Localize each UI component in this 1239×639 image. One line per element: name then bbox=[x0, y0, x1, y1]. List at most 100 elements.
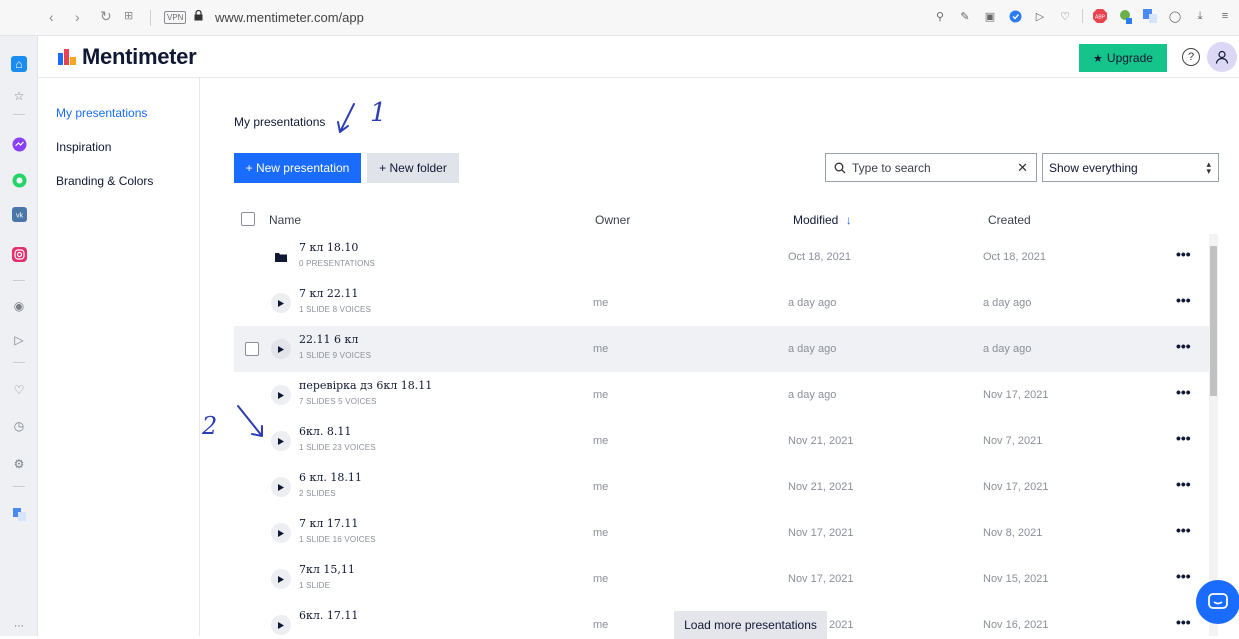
translate-icon[interactable] bbox=[1142, 8, 1158, 24]
row-title[interactable]: 22.11 6 кл bbox=[299, 333, 358, 346]
row-title[interactable]: 7 кл 17.11 bbox=[299, 517, 358, 530]
new-presentation-button[interactable]: + New presentation bbox=[234, 153, 361, 183]
table-row[interactable]: 22.11 6 кл 1 SLIDE 9 VOICES me a day ago… bbox=[234, 326, 1209, 372]
nav-item-my-presentations[interactable]: My presentations bbox=[56, 106, 147, 120]
reload-icon[interactable]: ↻ bbox=[100, 8, 112, 25]
nav-item-branding-colors[interactable]: Branding & Colors bbox=[56, 174, 153, 188]
row-title[interactable]: перевірка дз 6кл 18.11 bbox=[299, 379, 432, 392]
instagram-icon[interactable] bbox=[11, 246, 27, 262]
pinboard-icon[interactable]: ♡ bbox=[11, 382, 27, 398]
table-row[interactable]: перевірка дз 6кл 18.11 7 SLIDES 5 VOICES… bbox=[234, 372, 1209, 418]
filter-select[interactable]: Show everything ▴ ▾ bbox=[1042, 153, 1219, 182]
nav-item-inspiration[interactable]: Inspiration bbox=[56, 140, 111, 154]
row-meta: 2 SLIDES bbox=[299, 489, 336, 498]
play-icon[interactable] bbox=[271, 615, 291, 635]
play-icon[interactable] bbox=[271, 569, 291, 589]
play-icon[interactable] bbox=[271, 431, 291, 451]
browser-sidebar: ⌂ ☆ vk ◉ ▷ ♡ ◷ ⚙ ⋯ bbox=[0, 36, 38, 636]
more-options-icon[interactable]: ••• bbox=[1176, 522, 1191, 538]
play-icon[interactable] bbox=[271, 477, 291, 497]
more-options-icon[interactable]: ••• bbox=[1176, 568, 1191, 584]
vk-icon[interactable]: vk bbox=[11, 206, 27, 222]
row-title[interactable]: 6кл. 17.11 bbox=[299, 609, 358, 622]
settings-icon[interactable]: ⚙ bbox=[11, 456, 27, 472]
play-icon[interactable]: ▷ bbox=[1032, 8, 1048, 24]
address-bar[interactable]: www.mentimeter.com/app bbox=[215, 10, 364, 25]
table-row[interactable]: 6кл. 8.11 1 SLIDE 23 VOICES me Nov 21, 2… bbox=[234, 418, 1209, 464]
history-icon[interactable]: ◷ bbox=[11, 418, 27, 434]
brand-name[interactable]: Mentimeter bbox=[82, 44, 197, 70]
whatsapp-icon[interactable] bbox=[11, 172, 27, 188]
more-options-icon[interactable]: ••• bbox=[1176, 614, 1191, 630]
row-meta: 1 SLIDE 8 VOICES bbox=[299, 305, 372, 314]
upgrade-button[interactable]: ★ Upgrade bbox=[1079, 44, 1167, 72]
shield-icon[interactable] bbox=[1007, 8, 1023, 24]
table-row[interactable]: 6 кл. 18.11 2 SLIDES me Nov 21, 2021 Nov… bbox=[234, 464, 1209, 510]
help-icon[interactable]: ? bbox=[1182, 48, 1200, 66]
play-icon[interactable] bbox=[271, 339, 291, 359]
clear-search-icon[interactable]: ✕ bbox=[1017, 160, 1028, 176]
more-options-icon[interactable]: ••• bbox=[1176, 476, 1191, 492]
row-title[interactable]: 6 кл. 18.11 bbox=[299, 471, 362, 484]
play-icon[interactable] bbox=[271, 523, 291, 543]
translate-icon[interactable] bbox=[11, 506, 27, 522]
row-meta: 0 PRESENTATIONS bbox=[299, 259, 376, 268]
more-options-icon[interactable]: ••• bbox=[1176, 338, 1191, 354]
speed-dial-icon[interactable]: ⊞ bbox=[124, 9, 133, 22]
row-created: a day ago bbox=[983, 343, 1032, 355]
ext-divider bbox=[1082, 9, 1083, 23]
scrollbar[interactable] bbox=[1209, 234, 1218, 636]
search-icon[interactable]: ⚲ bbox=[932, 8, 948, 24]
row-modified: Nov 17, 2021 bbox=[788, 527, 854, 539]
table-row[interactable]: 7 кл 22.11 1 SLIDE 8 VOICES me a day ago… bbox=[234, 280, 1209, 326]
bookmarks-icon[interactable]: ☆ bbox=[11, 88, 27, 104]
table-row[interactable]: 7 кл 17.11 1 SLIDE 16 VOICES me Nov 17, … bbox=[234, 510, 1209, 556]
chat-support-button[interactable] bbox=[1196, 580, 1239, 624]
search-input[interactable] bbox=[852, 160, 1012, 175]
row-title[interactable]: 6кл. 8.11 bbox=[299, 425, 351, 438]
home-icon[interactable]: ⌂ bbox=[11, 56, 27, 72]
more-icon[interactable]: ⋯ bbox=[11, 618, 27, 634]
edit-icon[interactable]: ✎ bbox=[957, 8, 973, 24]
mentimeter-logo-icon bbox=[58, 49, 76, 65]
column-name[interactable]: Name bbox=[269, 213, 301, 227]
cube-icon[interactable]: ◯ bbox=[1167, 8, 1183, 24]
avatar[interactable] bbox=[1207, 42, 1237, 72]
row-title[interactable]: 7 кл 22.11 bbox=[299, 287, 358, 300]
scrollbar-thumb[interactable] bbox=[1210, 246, 1217, 396]
new-folder-button[interactable]: + New folder bbox=[367, 153, 459, 183]
flow-icon[interactable]: ▷ bbox=[11, 332, 27, 348]
table-row[interactable]: 7 кл 18.10 0 PRESENTATIONS Oct 18, 2021 … bbox=[234, 234, 1209, 280]
column-owner[interactable]: Owner bbox=[595, 213, 630, 227]
select-all-checkbox[interactable] bbox=[241, 212, 255, 226]
row-owner: me bbox=[593, 619, 609, 631]
camera-icon[interactable]: ▣ bbox=[982, 8, 998, 24]
more-options-icon[interactable]: ••• bbox=[1176, 246, 1191, 262]
row-created: Nov 7, 2021 bbox=[983, 435, 1043, 447]
extension-green-icon[interactable] bbox=[1117, 8, 1133, 24]
row-title[interactable]: 7 кл 18.10 bbox=[299, 241, 358, 254]
player-icon[interactable]: ◉ bbox=[11, 298, 27, 314]
more-options-icon[interactable]: ••• bbox=[1176, 430, 1191, 446]
play-icon[interactable] bbox=[271, 385, 291, 405]
row-modified: a day ago bbox=[788, 343, 837, 355]
download-icon[interactable]: ⤓ bbox=[1192, 8, 1208, 24]
play-icon[interactable] bbox=[271, 293, 291, 313]
column-created[interactable]: Created bbox=[988, 213, 1031, 227]
messenger-icon[interactable] bbox=[11, 136, 27, 152]
heart-icon[interactable]: ♡ bbox=[1057, 8, 1073, 24]
vpn-badge[interactable]: VPN bbox=[164, 11, 187, 24]
forward-icon[interactable]: › bbox=[75, 9, 80, 25]
load-more-button[interactable]: Load more presentations bbox=[674, 611, 827, 639]
row-checkbox[interactable] bbox=[245, 342, 259, 356]
row-owner: me bbox=[593, 343, 609, 355]
column-modified-label: Modified bbox=[793, 213, 839, 227]
menu-icon[interactable]: ≡ bbox=[1217, 8, 1233, 24]
more-options-icon[interactable]: ••• bbox=[1176, 292, 1191, 308]
more-options-icon[interactable]: ••• bbox=[1176, 384, 1191, 400]
column-modified[interactable]: Modified ↓ bbox=[793, 213, 852, 227]
back-icon[interactable]: ‹ bbox=[49, 9, 54, 25]
adblock-icon[interactable]: ABP bbox=[1092, 8, 1108, 24]
row-title[interactable]: 7кл 15,11 bbox=[299, 563, 355, 576]
table-row[interactable]: 7кл 15,11 1 SLIDE me Nov 17, 2021 Nov 15… bbox=[234, 556, 1209, 602]
